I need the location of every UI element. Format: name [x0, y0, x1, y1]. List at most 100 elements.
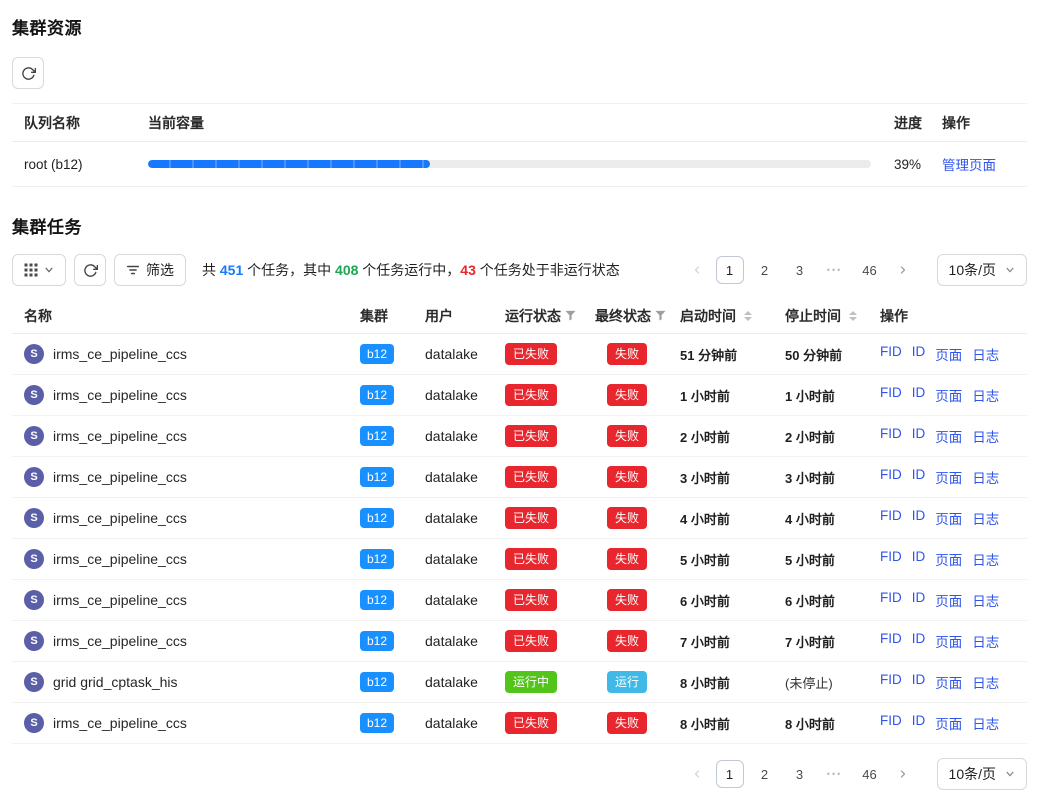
row-action-日志[interactable]: 日志	[972, 508, 999, 528]
run-status-filter-icon[interactable]	[565, 310, 576, 321]
task-name: irms_ce_pipeline_ccs	[53, 633, 187, 649]
pagination-bottom: 123•••46	[685, 760, 915, 788]
task-name: grid grid_cptask_his	[53, 674, 178, 690]
row-action-FID[interactable]: FID	[880, 344, 902, 364]
col-header-actions: 操作	[880, 306, 1027, 326]
stop-time: 5 小时前	[785, 553, 835, 568]
row-action-日志[interactable]: 日志	[972, 590, 999, 610]
row-action-页面[interactable]: 页面	[935, 713, 962, 733]
start-time-sort-icon[interactable]	[744, 311, 752, 321]
pagination-page-46[interactable]: 46	[856, 256, 884, 284]
row-action-页面[interactable]: 页面	[935, 631, 962, 651]
task-user: datalake	[425, 346, 505, 362]
row-action-日志[interactable]: 日志	[972, 344, 999, 364]
task-avatar: S	[24, 713, 44, 733]
row-action-页面[interactable]: 页面	[935, 344, 962, 364]
row-action-日志[interactable]: 日志	[972, 549, 999, 569]
pagination-next-icon[interactable]	[891, 256, 915, 284]
grid-icon	[24, 263, 38, 277]
row-action-FID[interactable]: FID	[880, 590, 902, 610]
pagination-page-1[interactable]: 1	[716, 256, 744, 284]
resources-refresh-button[interactable]	[12, 57, 44, 89]
row-action-ID[interactable]: ID	[912, 385, 926, 405]
row-action-FID[interactable]: FID	[880, 549, 902, 569]
row-action-FID[interactable]: FID	[880, 672, 902, 692]
col-header-resource-actions: 操作	[937, 113, 1027, 133]
row-action-ID[interactable]: ID	[912, 344, 926, 364]
cluster-badge: b12	[360, 590, 394, 610]
tasks-refresh-button[interactable]	[74, 254, 106, 286]
row-action-页面[interactable]: 页面	[935, 508, 962, 528]
row-action-FID[interactable]: FID	[880, 467, 902, 487]
final-status-filter-icon[interactable]	[655, 310, 666, 321]
pagination-page-1[interactable]: 1	[716, 760, 744, 788]
pagination-prev-icon[interactable]	[685, 760, 709, 788]
pagination-page-2[interactable]: 2	[751, 256, 779, 284]
row-action-ID[interactable]: ID	[912, 467, 926, 487]
cluster-badge: b12	[360, 385, 394, 405]
row-action-FID[interactable]: FID	[880, 385, 902, 405]
row-action-ID[interactable]: ID	[912, 631, 926, 651]
row-action-ID[interactable]: ID	[912, 426, 926, 446]
pagination-page-2[interactable]: 2	[751, 760, 779, 788]
task-user: datalake	[425, 592, 505, 608]
row-action-页面[interactable]: 页面	[935, 672, 962, 692]
page: 集群资源 队列名称 当前容量 进度 操作 root (b12) 39% 管理页面…	[0, 0, 1039, 800]
row-action-ID[interactable]: ID	[912, 549, 926, 569]
manage-page-link[interactable]: 管理页面	[942, 158, 996, 173]
capacity-progress-bar	[148, 160, 871, 168]
pagination-page-46[interactable]: 46	[856, 760, 884, 788]
row-action-FID[interactable]: FID	[880, 631, 902, 651]
row-action-页面[interactable]: 页面	[935, 426, 962, 446]
row-action-日志[interactable]: 日志	[972, 672, 999, 692]
page-size-select[interactable]: 10条/页	[937, 254, 1027, 286]
start-time: 5 小时前	[680, 553, 730, 568]
pagination-prev-icon[interactable]	[685, 256, 709, 284]
stop-time-sort-icon[interactable]	[849, 311, 857, 321]
pagination-page-3[interactable]: 3	[786, 256, 814, 284]
row-action-页面[interactable]: 页面	[935, 467, 962, 487]
pagination-page-3[interactable]: 3	[786, 760, 814, 788]
row-action-日志[interactable]: 日志	[972, 467, 999, 487]
row-action-ID[interactable]: ID	[912, 590, 926, 610]
filter-button[interactable]: 筛选	[114, 254, 186, 286]
row-action-ID[interactable]: ID	[912, 508, 926, 528]
summary-count: 43	[460, 262, 476, 278]
pagination-next-icon[interactable]	[891, 760, 915, 788]
run-status-badge: 已失败	[505, 712, 557, 734]
row-action-页面[interactable]: 页面	[935, 385, 962, 405]
cluster-tasks-title: 集群任务	[12, 213, 1027, 238]
task-user: datalake	[425, 674, 505, 690]
final-status-badge: 失败	[607, 630, 647, 652]
row-action-页面[interactable]: 页面	[935, 549, 962, 569]
task-row: S grid grid_cptask_his b12 datalake 运行中 …	[12, 662, 1027, 703]
stop-time: 1 小时前	[785, 389, 835, 404]
stop-time: 8 小时前	[785, 717, 835, 732]
col-header-run-status: 运行状态	[505, 306, 595, 326]
task-name: irms_ce_pipeline_ccs	[53, 715, 187, 731]
row-action-日志[interactable]: 日志	[972, 713, 999, 733]
row-action-ID[interactable]: ID	[912, 672, 926, 692]
start-time: 7 小时前	[680, 635, 730, 650]
row-action-FID[interactable]: FID	[880, 426, 902, 446]
row-action-ID[interactable]: ID	[912, 713, 926, 733]
row-action-日志[interactable]: 日志	[972, 385, 999, 405]
page-size-select[interactable]: 10条/页	[937, 758, 1027, 790]
task-avatar: S	[24, 672, 44, 692]
task-row: S irms_ce_pipeline_ccs b12 datalake 已失败 …	[12, 539, 1027, 580]
run-status-badge: 运行中	[505, 671, 557, 693]
resources-table-header: 队列名称 当前容量 进度 操作	[12, 103, 1027, 142]
column-layout-dropdown-button[interactable]	[12, 254, 66, 286]
row-action-页面[interactable]: 页面	[935, 590, 962, 610]
row-action-FID[interactable]: FID	[880, 508, 902, 528]
final-status-badge: 失败	[607, 507, 647, 529]
queue-name: root (b12)	[12, 157, 148, 172]
row-action-FID[interactable]: FID	[880, 713, 902, 733]
run-status-badge: 已失败	[505, 343, 557, 365]
row-action-日志[interactable]: 日志	[972, 631, 999, 651]
row-action-日志[interactable]: 日志	[972, 426, 999, 446]
cluster-badge: b12	[360, 713, 394, 733]
cluster-badge: b12	[360, 672, 394, 692]
final-status-badge: 运行	[607, 671, 647, 693]
summary-count: 408	[335, 262, 358, 278]
